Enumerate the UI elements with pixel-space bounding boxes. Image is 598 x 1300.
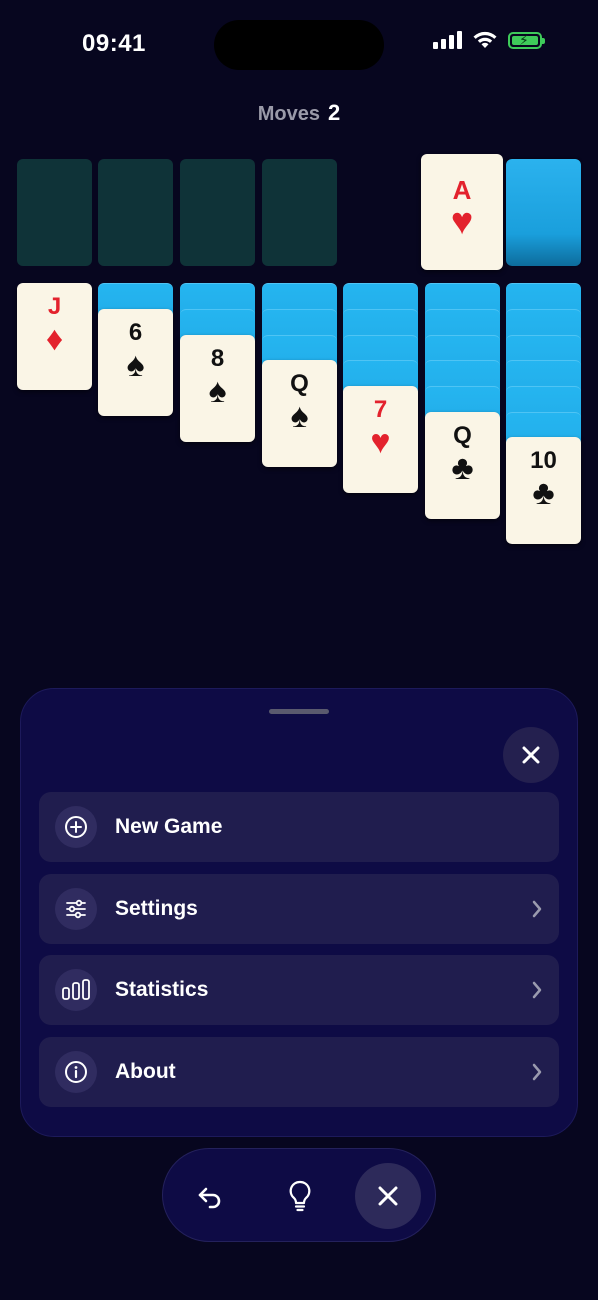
card-rank: 7	[373, 396, 388, 423]
tableau-card-2[interactable]: 6 ♠	[98, 309, 173, 416]
close-icon	[378, 1186, 398, 1206]
sliders-icon	[55, 888, 97, 930]
spade-icon: ♠	[208, 372, 227, 410]
status-time: 09:41	[82, 30, 146, 57]
chevron-right-icon	[532, 1063, 542, 1081]
plus-circle-icon	[55, 806, 97, 848]
menu-sheet: New Game Settings Statistics About	[20, 688, 578, 1137]
close-icon	[522, 746, 540, 764]
tableau-card-4[interactable]: Q ♠	[262, 360, 337, 467]
menu-item-label: Settings	[115, 897, 198, 920]
tableau-card-5[interactable]: 7 ♥	[343, 386, 418, 493]
waste-card-ace-hearts[interactable]: A ♥	[421, 154, 503, 270]
heart-icon: ♥	[450, 201, 474, 243]
undo-icon	[198, 1187, 221, 1209]
club-icon: ♣	[532, 474, 555, 512]
menu-item-statistics[interactable]: Statistics	[39, 955, 559, 1025]
moves-label: Moves	[257, 103, 320, 125]
card-rank: J	[47, 293, 62, 320]
tableau-card-7[interactable]: 10 ♣	[506, 437, 581, 544]
card-rank: A	[452, 175, 472, 205]
battery-icon: ⚡	[508, 31, 545, 49]
card-rank: Q	[453, 422, 472, 449]
info-icon	[55, 1051, 97, 1093]
moves-counter: Moves 2	[0, 100, 598, 126]
menu-item-settings[interactable]: Settings	[39, 874, 559, 944]
empty-cell-2[interactable]	[98, 159, 173, 266]
bar-chart-icon	[55, 969, 97, 1011]
stock-pile[interactable]	[506, 159, 581, 266]
hint-button[interactable]	[267, 1163, 333, 1229]
heart-icon: ♥	[370, 423, 391, 461]
card-rank: 8	[210, 345, 225, 372]
card-rank: Q	[290, 370, 309, 397]
club-icon: ♣	[451, 449, 474, 487]
sheet-close-button[interactable]	[503, 727, 559, 783]
empty-cell-1[interactable]	[17, 159, 92, 266]
toolbar-close-button[interactable]	[355, 1163, 421, 1229]
hint-lightbulb-icon	[289, 1180, 311, 1212]
undo-button[interactable]	[177, 1163, 243, 1229]
tableau-card-3[interactable]: 8 ♠	[180, 335, 255, 442]
cellular-signal-icon	[433, 31, 462, 49]
wifi-icon	[473, 31, 497, 48]
menu-item-label: New Game	[115, 815, 223, 838]
menu-item-about[interactable]: About	[39, 1037, 559, 1107]
empty-cell-3[interactable]	[180, 159, 255, 266]
menu-item-label: About	[115, 1060, 176, 1083]
diamond-icon: ♦	[45, 320, 64, 358]
chevron-right-icon	[532, 900, 542, 918]
chevron-right-icon	[532, 981, 542, 999]
menu-item-new-game[interactable]: New Game	[39, 792, 559, 862]
sheet-grabber[interactable]	[269, 709, 329, 714]
moves-value: 2	[328, 100, 341, 125]
tableau-card-1[interactable]: J ♦	[17, 283, 92, 390]
spade-icon: ♠	[290, 397, 309, 435]
card-rank: 10	[530, 447, 557, 474]
dynamic-island	[214, 20, 384, 70]
tableau-card-6[interactable]: Q ♣	[425, 412, 500, 519]
empty-cell-4[interactable]	[262, 159, 337, 266]
menu-item-label: Statistics	[115, 978, 209, 1001]
bottom-toolbar	[162, 1148, 436, 1242]
spade-icon: ♠	[126, 346, 145, 384]
card-rank: 6	[128, 319, 143, 346]
status-icons: ⚡	[433, 30, 545, 50]
